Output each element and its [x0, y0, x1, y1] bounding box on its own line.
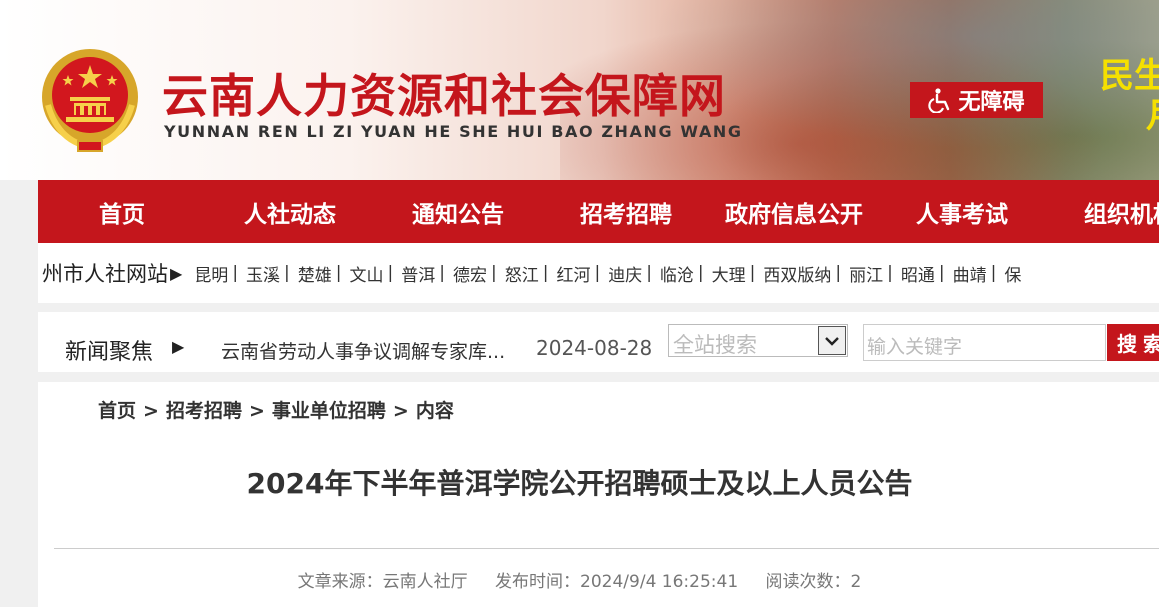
city-link[interactable]: 玉溪: [246, 261, 280, 286]
news-focus-label: 新闻聚焦: [65, 340, 154, 365]
article-publish-time: 发布时间：2024/9/4 16:25:41: [495, 572, 738, 592]
article-panel: 首页 > 招考招聘 > 事业单位招聘 > 内容 2024年下半年普洱学院公开招聘硕士及以上人…: [38, 382, 1159, 607]
wheelchair-icon: [928, 88, 950, 113]
search-scope-value: 全站搜索: [673, 333, 757, 357]
city-link[interactable]: 文山: [350, 261, 384, 286]
city-link[interactable]: 普洱: [401, 261, 435, 286]
news-focus-bar: 新闻聚焦 ▶ 云南省劳动人事争议调解专家库... 2024-08-28 全站搜索…: [38, 312, 1159, 372]
header-banner: 云南人力资源和社会保障网 YUNNAN REN LI ZI YUAN HE SH…: [0, 0, 1159, 180]
breadcrumb-separator: >: [392, 400, 409, 422]
slogan-line: 月: [1100, 96, 1159, 136]
divider: |: [387, 263, 394, 283]
city-sites-bar: 州市人社网站 ▶ 昆明 | 玉溪 | 楚雄 | 文山 | 普洱 | 德宏 | 怒江 | 红河 |…: [38, 243, 1159, 303]
publish-value: 2024/9/4 16:25:41: [580, 572, 739, 592]
news-headline-link[interactable]: 云南省劳动人事争议调解专家库...: [221, 337, 505, 364]
city-link[interactable]: 西双版纳: [763, 261, 831, 286]
national-emblem-icon: [42, 49, 138, 152]
divider: |: [749, 263, 756, 283]
city-link[interactable]: 临沧: [660, 261, 694, 286]
chevron-down-icon[interactable]: [818, 326, 846, 355]
divider: |: [232, 263, 239, 283]
news-date: 2024-08-28: [536, 336, 653, 360]
city-link[interactable]: 大理: [712, 261, 746, 286]
divider: |: [835, 263, 842, 283]
source-label: 文章来源：: [297, 572, 383, 592]
nav-item-gov-info[interactable]: 政府信息公开: [710, 180, 878, 243]
accessibility-label: 无障碍: [958, 90, 1025, 115]
views-label: 阅读次数：: [765, 572, 851, 592]
banner-slogan: 民生 月: [1100, 56, 1159, 136]
city-link[interactable]: 德宏: [453, 261, 487, 286]
slogan-line: 民生: [1100, 56, 1159, 96]
breadcrumb: 首页 > 招考招聘 > 事业单位招聘 > 内容: [98, 396, 454, 423]
breadcrumb-current: 内容: [415, 400, 454, 422]
breadcrumb-home[interactable]: 首页: [98, 400, 136, 422]
breadcrumb-recruitment[interactable]: 招考招聘: [166, 400, 242, 422]
publish-label: 发布时间：: [495, 572, 581, 592]
article-views: 阅读次数：2: [766, 572, 862, 592]
city-link[interactable]: 保: [1004, 261, 1021, 286]
city-link[interactable]: 迪庆: [608, 261, 642, 286]
divider: [54, 548, 1159, 549]
divider: |: [490, 263, 497, 283]
nav-item-home[interactable]: 首页: [38, 180, 206, 243]
source-value: 云南人社厅: [382, 572, 468, 592]
divider: |: [646, 263, 652, 283]
search-button[interactable]: 搜索: [1107, 324, 1159, 361]
city-links: 昆明 | 玉溪 | 楚雄 | 文山 | 普洱 | 德宏 | 怒江 | 红河 | 迪庆 | 临沧 | …: [194, 261, 1021, 286]
search-placeholder: 输入关键字: [867, 336, 963, 358]
article-source: 文章来源：云南人社厅: [298, 572, 468, 592]
article-meta: 文章来源：云南人社厅 发布时间：2024/9/4 16:25:41 阅读次数：2: [0, 567, 1159, 592]
page: 云南人力资源和社会保障网 YUNNAN REN LI ZI YUAN HE SH…: [0, 0, 1159, 607]
breadcrumb-public-institutions[interactable]: 事业单位招聘: [272, 400, 386, 422]
breadcrumb-separator: >: [248, 400, 265, 422]
divider: |: [542, 263, 549, 283]
city-link[interactable]: 曲靖: [953, 261, 987, 286]
divider: |: [697, 263, 704, 283]
city-link[interactable]: 昆明: [194, 261, 228, 286]
city-link[interactable]: 丽江: [849, 261, 883, 286]
main-nav: 首页 人社动态 通知公告 招考招聘 政府信息公开 人事考试 组织机构: [38, 180, 1159, 243]
city-link[interactable]: 怒江: [505, 261, 539, 286]
divider: |: [284, 263, 290, 283]
site-title: 云南人力资源和社会保障网: [162, 69, 726, 123]
divider: |: [887, 263, 893, 283]
search-input[interactable]: 输入关键字: [863, 324, 1106, 361]
site-pinyin: YUNNAN REN LI ZI YUAN HE SHE HUI BAO ZHA…: [164, 122, 743, 141]
divider: |: [938, 263, 945, 283]
city-sites-label: 州市人社网站: [42, 262, 168, 286]
nav-item-news[interactable]: 人社动态: [206, 180, 374, 243]
views-value: 2: [850, 572, 862, 592]
divider: |: [335, 263, 342, 283]
article-title: 2024年下半年普洱学院公开招聘硕士及以上人员公告: [246, 467, 913, 500]
nav-item-notices[interactable]: 通知公告: [374, 180, 542, 243]
nav-item-recruitment[interactable]: 招考招聘: [542, 180, 710, 243]
search-scope-select[interactable]: 全站搜索: [668, 324, 848, 357]
nav-item-organization[interactable]: 组织机构: [1046, 180, 1159, 243]
city-link[interactable]: 昭通: [901, 261, 935, 286]
triangle-right-icon: ▶: [170, 263, 183, 283]
city-link[interactable]: 楚雄: [298, 261, 332, 286]
divider: |: [594, 263, 601, 283]
divider: |: [990, 263, 997, 283]
breadcrumb-separator: >: [143, 400, 159, 422]
divider: |: [439, 263, 445, 283]
triangle-right-icon: ▶: [172, 337, 185, 356]
accessibility-button[interactable]: 无障碍: [910, 82, 1043, 118]
nav-item-exams[interactable]: 人事考试: [878, 180, 1046, 243]
city-link[interactable]: 红河: [556, 261, 590, 286]
